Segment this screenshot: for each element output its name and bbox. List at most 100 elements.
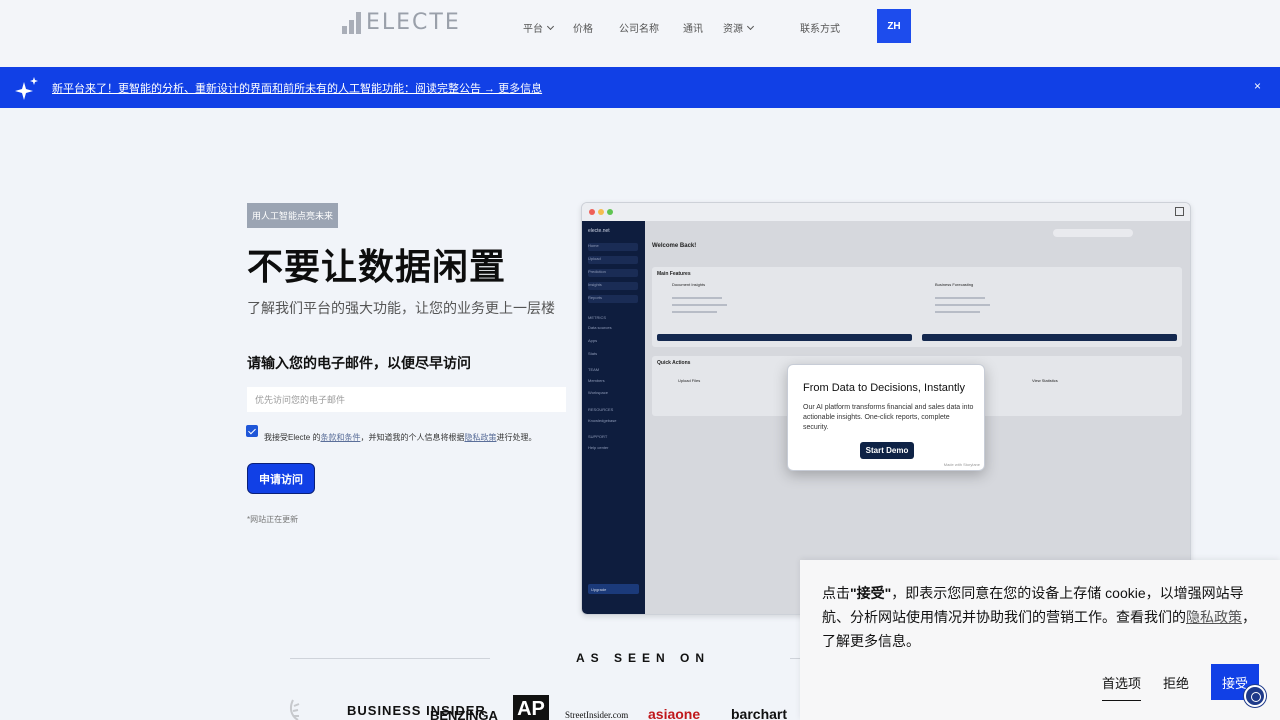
nav-item-pricing[interactable]: 价格 — [573, 20, 593, 35]
divider — [790, 658, 800, 659]
chevron-down-icon — [746, 22, 755, 30]
modal-body: Our AI platform transforms financial and… — [803, 404, 974, 431]
preview-menu-item: Data sources — [588, 325, 612, 330]
close-icon[interactable]: × — [1254, 79, 1261, 93]
preview-menu-item: Workspace — [588, 390, 608, 395]
preview-line — [672, 304, 727, 306]
logo-bar-icon — [349, 20, 354, 34]
nav-label: 公司名称 — [619, 24, 659, 35]
preview-menu-item: Reports — [588, 295, 638, 303]
nav-label: 联系方式 — [800, 24, 840, 35]
divider — [290, 658, 490, 659]
accessibility-icon[interactable] — [1244, 685, 1266, 707]
preview-feature-1: Document Insights — [672, 282, 706, 287]
made-with-label: Made with Storylane — [943, 462, 980, 467]
preview-menu-heading: TEAM — [588, 367, 600, 372]
demo-modal: From Data to Decisions, Instantly Our AI… — [787, 364, 985, 471]
consent-pre: 我接受Electe 的 — [264, 433, 321, 442]
consent-post: 进行处理。 — [496, 433, 537, 442]
privacy-link[interactable]: 隐私政策 — [464, 433, 496, 442]
preview-welcome: Welcome Back! — [652, 243, 697, 249]
language-button[interactable]: ZH — [877, 9, 911, 43]
logo-bar-icon — [356, 12, 361, 34]
apply-access-button[interactable]: 申请访问 — [247, 463, 315, 494]
preview-menu-item: Apps — [588, 338, 598, 343]
nav-label: 资源 — [723, 24, 743, 35]
consent-mid: ，并知道我的个人信息将根据 — [360, 433, 465, 442]
nav-item-resources[interactable]: 资源 — [723, 20, 755, 35]
nav-label: 平台 — [523, 24, 543, 35]
window-max-dot — [607, 209, 613, 215]
preview-line — [935, 297, 985, 299]
preview-features-title: Main Features — [657, 271, 691, 277]
logo-text: ELECTE — [366, 10, 461, 35]
cookie-banner: 点击"接受"，即表示您同意在您的设备上存储 cookie，以增强网站导航、分析网… — [800, 560, 1280, 720]
preview-menu-item: Upload — [588, 256, 638, 264]
as-seen-on-title: AS SEEN ON — [576, 651, 711, 665]
preview-line — [935, 311, 980, 313]
modal-title: From Data to Decisions, Instantly — [803, 382, 966, 394]
nav-item-platform[interactable]: 平台 — [523, 20, 555, 35]
logo-benzinga: BENZINGA — [430, 708, 498, 720]
cookie-text: 点击"接受"，即表示您同意在您的设备上存储 cookie，以增强网站导航、分析网… — [822, 581, 1262, 653]
preview-feature-2: Business Forecasting — [935, 282, 974, 287]
preview-menu-item: Knowledgebase — [588, 418, 617, 423]
hero-title: 不要让数据闲置 — [247, 246, 507, 287]
terms-link[interactable]: 条款和条件 — [320, 433, 360, 442]
nav-label: 价格 — [573, 24, 593, 35]
preview-strip — [657, 334, 912, 341]
preview-line — [672, 297, 722, 299]
preview-strip — [922, 334, 1177, 341]
nav-label: 通讯 — [683, 24, 703, 35]
chevron-down-icon — [546, 22, 555, 30]
cookie-bold: "接受" — [850, 585, 892, 601]
start-demo-button[interactable]: Start Demo — [860, 442, 914, 459]
preview-line — [672, 311, 717, 313]
hero-badge: 用人工智能点亮未来 — [247, 203, 339, 228]
preview-qa-2: View Statistics — [1032, 378, 1058, 383]
preview-sidebar: electe.net Home Upload Prediction Insigh… — [582, 221, 645, 614]
cookie-preferences-button[interactable]: 首选项 — [1102, 673, 1142, 701]
preview-qa-title: Quick Actions — [657, 360, 691, 366]
preview-menu-item: Help center — [588, 445, 609, 450]
consent-checkbox[interactable] — [246, 425, 258, 437]
hero-subtitle: 了解我们平台的强大功能，让您的业务更上一层楼 — [247, 300, 555, 316]
logo-barchart: barchart — [731, 706, 788, 720]
consent-text: 我接受Electe 的条款和条件，并知道我的个人信息将根据隐私政策进行处理。 — [264, 432, 536, 443]
email-label: 请输入您的电子邮件，以便尽早访问 — [247, 355, 471, 371]
preview-brand: electe.net — [588, 228, 610, 234]
email-input[interactable] — [247, 387, 566, 412]
check-icon — [248, 426, 256, 434]
logo-bar-icon — [342, 26, 347, 34]
preview-menu-item: Stats — [588, 351, 598, 356]
preview-menu-item: Insights — [588, 282, 638, 290]
laurel-icon — [289, 699, 300, 720]
preview-line — [935, 304, 990, 306]
logo-streetinsider: StreetInsider.com — [565, 710, 629, 720]
preview-menu-item: Members — [588, 378, 605, 383]
nav-item-newsletter[interactable]: 通讯 — [683, 20, 703, 35]
preview-qa-1: Upload Files — [678, 378, 701, 383]
cookie-reject-button[interactable]: 拒绝 — [1163, 673, 1189, 692]
preview-menu-item: Home — [588, 243, 638, 251]
logo-asiaone: asiaone — [648, 706, 701, 720]
preview-menu-heading: RESOURCES — [588, 407, 614, 412]
cookie-privacy-link[interactable]: 隐私政策 — [1186, 609, 1242, 625]
preview-menu-item: Prediction — [588, 269, 638, 277]
logo-ap: AP — [513, 695, 549, 720]
nav-item-contact[interactable]: 联系方式 — [800, 20, 840, 35]
update-note: *网站正在更新 — [247, 515, 299, 524]
window-min-dot — [598, 209, 604, 215]
preview-titlebar — [582, 203, 1190, 221]
cookie-pre: 点击 — [822, 585, 850, 601]
preview-menu-heading: METRICS — [588, 315, 606, 320]
nav-item-company[interactable]: 公司名称 — [619, 20, 659, 35]
announcement-link[interactable]: 新平台来了！更智能的分析、重新设计的界面和前所未有的人工智能功能：阅读完整公告 … — [52, 80, 542, 96]
preview-upgrade: Upgrade — [588, 584, 639, 594]
preview-search — [1053, 229, 1133, 237]
fullscreen-icon[interactable] — [1175, 207, 1184, 216]
electe-logo[interactable]: ELECTE — [342, 8, 461, 34]
announcement-bar: 新平台来了！更智能的分析、重新设计的界面和前所未有的人工智能功能：阅读完整公告 … — [0, 67, 1280, 108]
preview-features-card: Main Features Document Insights Business… — [652, 267, 1182, 347]
preview-menu-heading: SUPPORT — [588, 434, 608, 439]
